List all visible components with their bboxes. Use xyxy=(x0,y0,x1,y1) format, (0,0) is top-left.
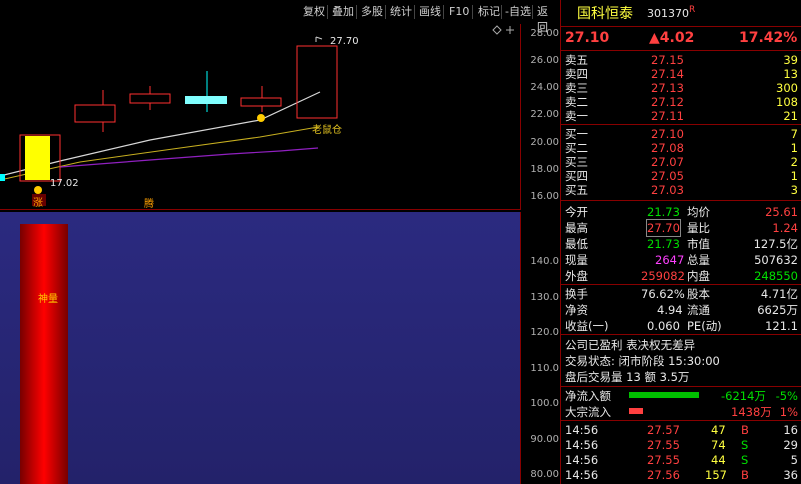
axis-tick: 22.00 xyxy=(530,109,559,120)
axis-tick: 110.0 xyxy=(530,363,559,374)
price-row: 27.10 ▲4.02 17.42% xyxy=(561,30,801,48)
draw-line-button[interactable]: 画线 xyxy=(417,4,443,20)
gold-coin-icon xyxy=(34,186,42,194)
stock-name: 国科恒泰 xyxy=(577,6,633,22)
axis-tick: 80.00 xyxy=(530,469,559,480)
volume-bar xyxy=(20,224,68,484)
axis-tick: 20.00 xyxy=(530,137,559,148)
candle-body-yellow xyxy=(25,136,50,180)
ask-row: 卖一 27.11 21 xyxy=(565,109,798,123)
add-favorite-button[interactable]: -自选 xyxy=(503,4,533,20)
axis-tick: 18.00 xyxy=(530,164,559,175)
tick-row: 14:56 27.56 157 B 36 xyxy=(565,468,798,482)
volume-axis: 140.0 130.0 120.0 110.0 100.0 90.00 80.0… xyxy=(520,212,561,484)
candle xyxy=(129,93,171,104)
fuquan-button[interactable]: 复权 xyxy=(301,4,327,20)
axis-tick: 16.00 xyxy=(530,191,559,202)
axis-tick: 140.0 xyxy=(530,256,559,267)
volume-bar-label: 神量 xyxy=(38,294,58,305)
tick-row: 14:56 27.55 44 S 5 xyxy=(565,453,798,467)
volume-chart[interactable]: 神量 xyxy=(0,212,520,484)
multi-stock-button[interactable]: 多股 xyxy=(359,4,385,20)
axis-tick: 28.00 xyxy=(530,28,559,39)
flow-bar xyxy=(629,392,699,398)
overlay-button[interactable]: 叠加 xyxy=(330,4,356,20)
axis-tick: 130.0 xyxy=(530,292,559,303)
ma-line-purple xyxy=(59,147,319,168)
axis-tick: 24.00 xyxy=(530,82,559,93)
back-button[interactable]: 返回 xyxy=(535,4,560,34)
flow-row: 净流入额 -6214万 -5% xyxy=(565,389,798,403)
flow-bar xyxy=(629,408,643,414)
expand-icon xyxy=(506,26,514,34)
quote-panel: 国科恒泰 301370 R 27.10 ▲4.02 17.42% 卖五 27.15… xyxy=(560,0,801,484)
ma-label: 老鼠仓 xyxy=(312,125,342,136)
tick-row: 14:56 27.55 74 S 29 xyxy=(565,438,798,452)
bid-row: 买五 27.03 3 xyxy=(565,183,798,197)
change: ▲4.02 xyxy=(649,30,695,46)
flow-row: 大宗流入 1438万 1% xyxy=(565,405,798,419)
stats-button[interactable]: 统计 xyxy=(388,4,414,20)
kline-chart[interactable]: 27.70 17.02 老鼠仓 涨 腾 xyxy=(0,24,520,210)
last-price: 27.10 xyxy=(565,30,610,46)
candle-latest xyxy=(296,45,338,119)
flag-icon xyxy=(315,36,323,42)
mark2-label: 腾 xyxy=(144,199,154,210)
stock-code: 301370 xyxy=(647,7,689,20)
kline-axis: 28.00 26.00 24.00 22.00 20.00 18.00 16.0… xyxy=(520,24,561,210)
mark1-label: 涨 xyxy=(33,198,43,209)
diamond-icon xyxy=(492,25,502,35)
candle xyxy=(240,97,282,107)
candle-green xyxy=(185,96,227,104)
axis-tick: 120.0 xyxy=(530,327,559,338)
mark-button[interactable]: 标记 xyxy=(476,4,502,20)
high-label: 27.70 xyxy=(330,36,359,47)
f10-button[interactable]: F10 xyxy=(447,4,471,20)
axis-tick: 26.00 xyxy=(530,55,559,66)
candle xyxy=(74,104,116,123)
axis-tick: 100.0 xyxy=(530,398,559,409)
axis-tick: 90.00 xyxy=(530,434,559,445)
stock-header: 国科恒泰 301370 R xyxy=(561,5,801,24)
chart-toolbar: 复权 叠加 多股 统计 画线 F10 标记 -自选 返回 xyxy=(0,0,560,34)
low-label: 17.02 xyxy=(50,178,79,189)
tick-row: 14:56 27.57 47 B 16 xyxy=(565,423,798,437)
gold-coin-icon xyxy=(257,114,265,122)
change-pct: 17.42% xyxy=(739,30,798,46)
stock-flag: R xyxy=(689,5,696,15)
